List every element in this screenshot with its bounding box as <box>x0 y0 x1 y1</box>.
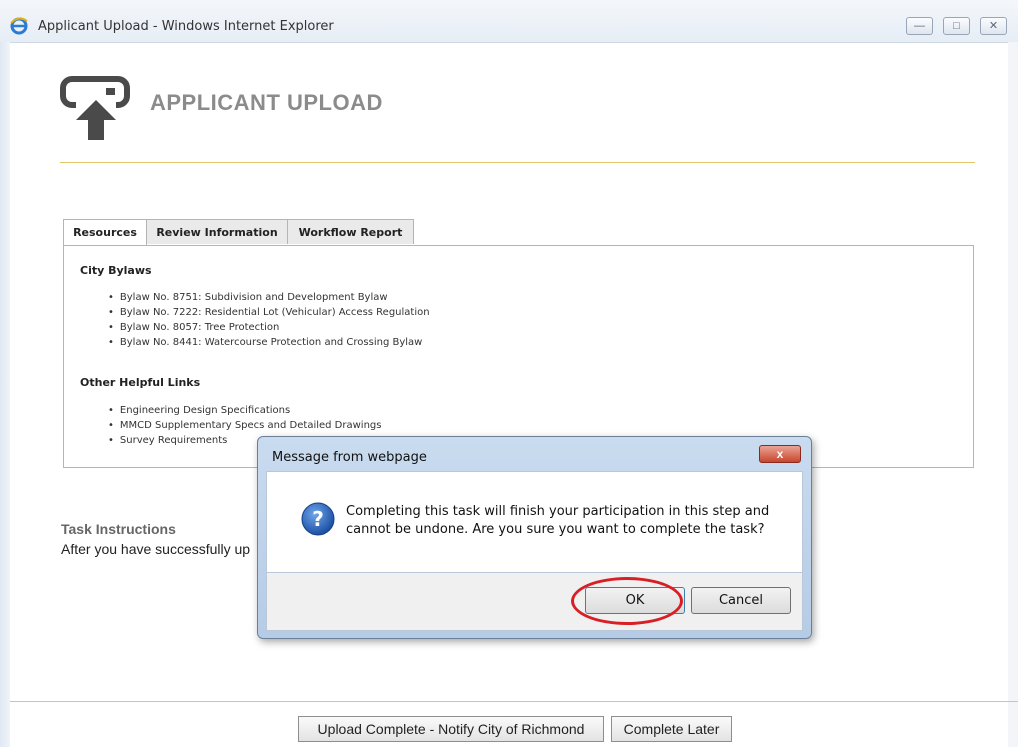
helpful-link[interactable]: MMCD Supplementary Specs and Detailed Dr… <box>108 418 382 433</box>
restore-button[interactable]: □ <box>943 17 970 35</box>
bylaws-heading: City Bylaws <box>80 264 152 277</box>
close-icon: x <box>776 447 784 461</box>
page-title: APPLICANT UPLOAD <box>150 90 383 115</box>
svg-text:?: ? <box>312 507 324 531</box>
header-divider <box>60 162 975 163</box>
window-title: Applicant Upload - Windows Internet Expl… <box>38 19 334 34</box>
ok-highlight-circle <box>571 577 683 625</box>
bylaw-link[interactable]: Bylaw No. 8057: Tree Protection <box>108 320 430 335</box>
footer-divider <box>10 701 1018 702</box>
helpful-links-heading: Other Helpful Links <box>80 376 201 389</box>
window-right-border <box>1008 42 1018 747</box>
complete-later-button[interactable]: Complete Later <box>611 716 732 742</box>
window-titlebar: Applicant Upload - Windows Internet Expl… <box>0 0 1018 43</box>
task-instructions-heading: Task Instructions <box>61 521 176 537</box>
cancel-button[interactable]: Cancel <box>691 587 791 614</box>
bylaw-link[interactable]: Bylaw No. 7222: Residential Lot (Vehicul… <box>108 305 430 320</box>
close-icon: ✕ <box>988 20 999 32</box>
upload-complete-button[interactable]: Upload Complete - Notify City of Richmon… <box>298 716 604 742</box>
helpful-link[interactable]: Engineering Design Specifications <box>108 403 381 418</box>
bylaws-list: Bylaw No. 8751: Subdivision and Developm… <box>108 290 430 350</box>
bylaw-link[interactable]: Bylaw No. 8751: Subdivision and Developm… <box>108 290 430 305</box>
upload-icon <box>60 76 130 140</box>
window-left-border <box>0 42 10 747</box>
dialog-close-button[interactable]: x <box>759 445 801 463</box>
resources-panel: City Bylaws Bylaw No. 8751: Subdivision … <box>63 245 974 468</box>
tab-review-information[interactable]: Review Information <box>146 219 288 244</box>
tab-workflow-report[interactable]: Workflow Report <box>287 219 414 244</box>
question-icon: ? <box>301 502 335 536</box>
minimize-button[interactable]: — <box>906 17 933 35</box>
bylaw-link[interactable]: Bylaw No. 8441: Watercourse Protection a… <box>108 335 430 350</box>
confirm-dialog: Message from webpage x ? Completing this… <box>257 436 812 639</box>
dialog-title: Message from webpage <box>272 450 427 465</box>
internet-explorer-icon <box>10 17 28 35</box>
minimize-icon: — <box>914 20 925 32</box>
dialog-button-bar: OK Cancel <box>266 573 803 631</box>
restore-icon: □ <box>953 20 960 32</box>
close-window-button[interactable]: ✕ <box>980 17 1007 35</box>
dialog-body: ? Completing this task will finish your … <box>266 471 803 573</box>
dialog-message: Completing this task will finish your pa… <box>346 504 770 537</box>
task-instructions-text: After you have successfully up <box>61 541 251 557</box>
tab-resources[interactable]: Resources <box>63 219 147 246</box>
